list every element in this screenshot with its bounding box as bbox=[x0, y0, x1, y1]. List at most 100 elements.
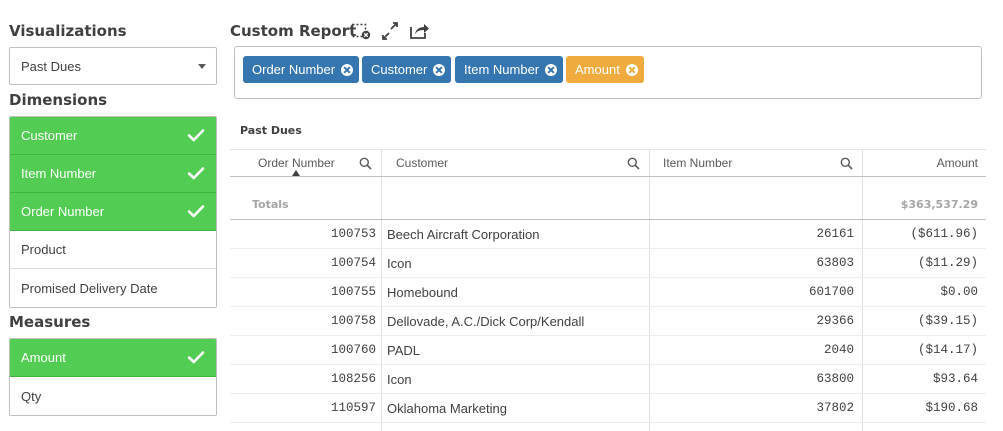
totals-empty-cell bbox=[382, 177, 650, 219]
empty-cell bbox=[863, 423, 986, 431]
chip-label: Item Number bbox=[464, 62, 540, 77]
checkmark-icon bbox=[187, 167, 205, 180]
table-row[interactable]: 100754 Icon 63803 ($11.29) bbox=[230, 249, 986, 278]
totals-empty-cell bbox=[650, 177, 863, 219]
customer-cell[interactable]: PADL bbox=[382, 336, 650, 364]
item-number-cell[interactable]: 601700 bbox=[650, 278, 863, 306]
dimension-item-label: Product bbox=[21, 242, 66, 257]
amount-cell: $190.68 bbox=[925, 401, 978, 415]
export-icon[interactable] bbox=[408, 22, 430, 40]
column-header-label: Amount bbox=[936, 156, 978, 170]
measure-item-qty[interactable]: Qty bbox=[10, 377, 216, 415]
amount-cell: ($14.17) bbox=[917, 343, 978, 357]
checkmark-icon bbox=[187, 205, 205, 218]
item-number-cell[interactable]: 37802 bbox=[650, 394, 863, 422]
order-number-cell[interactable]: 108256 bbox=[230, 365, 382, 393]
customer-cell[interactable]: Oklahoma Marketing bbox=[382, 394, 650, 422]
column-header-amount[interactable]: Amount bbox=[863, 150, 986, 176]
empty-cell bbox=[382, 423, 650, 431]
order-number-cell[interactable]: 110597 bbox=[230, 394, 382, 422]
totals-row: Totals $363,537.29 bbox=[230, 177, 986, 220]
dimension-item-promised-delivery-date[interactable]: Promised Delivery Date bbox=[10, 269, 216, 307]
column-header-item-number[interactable]: Item Number bbox=[650, 150, 863, 176]
dimension-item-order-number[interactable]: Order Number bbox=[10, 193, 216, 231]
table-row[interactable]: 100753 Beech Aircraft Corporation 26161 … bbox=[230, 220, 986, 249]
remove-chip-icon[interactable] bbox=[545, 63, 558, 76]
column-header-customer[interactable]: Customer bbox=[382, 150, 650, 176]
checkmark-icon bbox=[187, 129, 205, 142]
dimension-item-label: Promised Delivery Date bbox=[21, 280, 158, 296]
dimension-item-label: Customer bbox=[21, 128, 78, 143]
customer-cell[interactable]: Homebound bbox=[382, 278, 650, 306]
order-number-cell[interactable]: 100758 bbox=[230, 307, 382, 335]
measure-item-label: Amount bbox=[21, 350, 66, 365]
checkmark-icon bbox=[187, 351, 205, 364]
empty-cell bbox=[230, 423, 382, 431]
dimension-item-customer[interactable]: Customer bbox=[10, 117, 216, 155]
table-row[interactable]: 108256 Icon 63800 $93.64 bbox=[230, 365, 986, 394]
visualization-dropdown[interactable]: Past Dues bbox=[9, 47, 217, 85]
amount-cell: ($11.29) bbox=[917, 256, 978, 270]
measures-list: Amount Qty bbox=[9, 338, 217, 416]
order-number-cell[interactable]: 100753 bbox=[230, 220, 382, 248]
selected-fields-box: Order Number Customer Item Number Amount bbox=[234, 46, 982, 99]
dimensions-heading: Dimensions bbox=[9, 91, 108, 109]
remove-chip-icon[interactable] bbox=[625, 63, 638, 76]
empty-cell bbox=[650, 423, 863, 431]
chip-label: Customer bbox=[371, 62, 428, 77]
table-title: Past Dues bbox=[240, 124, 302, 137]
item-number-cell[interactable]: 63803 bbox=[650, 249, 863, 277]
chip-label: Order Number bbox=[252, 62, 336, 77]
column-header-label: Customer bbox=[396, 156, 449, 170]
search-icon[interactable] bbox=[627, 157, 640, 170]
item-number-cell[interactable]: 63800 bbox=[650, 365, 863, 393]
chip-customer[interactable]: Customer bbox=[362, 56, 452, 83]
table-row[interactable]: 100760 PADL 2040 ($14.17) bbox=[230, 336, 986, 365]
dimension-item-item-number[interactable]: Item Number bbox=[10, 155, 216, 193]
item-number-cell[interactable]: 2040 bbox=[650, 336, 863, 364]
clear-selection-icon[interactable] bbox=[351, 22, 371, 40]
table-header-row: Order Number Customer Item Number Amount bbox=[230, 149, 986, 177]
dimension-item-product[interactable]: Product bbox=[10, 231, 216, 269]
order-number-cell[interactable]: 100755 bbox=[230, 278, 382, 306]
amount-cell: ($611.96) bbox=[910, 227, 978, 241]
column-header-order-number[interactable]: Order Number bbox=[230, 150, 382, 176]
amount-cell: ($39.15) bbox=[917, 314, 978, 328]
table-row[interactable]: 100755 Homebound 601700 $0.00 bbox=[230, 278, 986, 307]
dimension-item-label: Order Number bbox=[21, 204, 105, 219]
remove-chip-icon[interactable] bbox=[341, 63, 354, 76]
customer-cell[interactable]: Dellovade, A.C./Dick Corp/Kendall bbox=[382, 307, 650, 335]
remove-chip-icon[interactable] bbox=[433, 63, 446, 76]
report-title: Custom Report bbox=[230, 22, 357, 40]
table-row[interactable]: 100758 Dellovade, A.C./Dick Corp/Kendall… bbox=[230, 307, 986, 336]
totals-label: Totals bbox=[230, 177, 382, 219]
measures-heading: Measures bbox=[9, 313, 91, 331]
chip-item-number[interactable]: Item Number bbox=[455, 56, 564, 83]
column-header-label: Item Number bbox=[663, 156, 733, 170]
measure-item-amount[interactable]: Amount bbox=[10, 339, 216, 377]
table-row bbox=[230, 423, 986, 431]
amount-cell: $93.64 bbox=[932, 372, 978, 386]
order-number-cell[interactable]: 100754 bbox=[230, 249, 382, 277]
customer-cell[interactable]: Icon bbox=[382, 249, 650, 277]
totals-amount: $363,537.29 bbox=[900, 197, 978, 211]
sort-ascending-icon bbox=[292, 170, 300, 176]
chip-amount[interactable]: Amount bbox=[566, 56, 644, 83]
column-header-label: Order Number bbox=[258, 156, 335, 170]
item-number-cell[interactable]: 26161 bbox=[650, 220, 863, 248]
order-number-cell[interactable]: 100760 bbox=[230, 336, 382, 364]
item-number-cell[interactable]: 29366 bbox=[650, 307, 863, 335]
visualization-dropdown-value: Past Dues bbox=[21, 58, 81, 74]
customer-cell[interactable]: Icon bbox=[382, 365, 650, 393]
past-dues-table: Order Number Customer Item Number Amount… bbox=[230, 149, 986, 431]
search-icon[interactable] bbox=[359, 157, 372, 170]
measure-item-label: Qty bbox=[21, 388, 42, 404]
amount-cell: $0.00 bbox=[940, 285, 978, 299]
chip-order-number[interactable]: Order Number bbox=[243, 56, 360, 83]
expand-icon[interactable] bbox=[380, 22, 400, 40]
search-icon[interactable] bbox=[840, 157, 853, 170]
table-row[interactable]: 110597 Oklahoma Marketing 37802 $190.68 bbox=[230, 394, 986, 423]
customer-cell[interactable]: Beech Aircraft Corporation bbox=[382, 220, 650, 248]
chip-label: Amount bbox=[575, 62, 620, 77]
caret-down-icon bbox=[198, 64, 206, 69]
